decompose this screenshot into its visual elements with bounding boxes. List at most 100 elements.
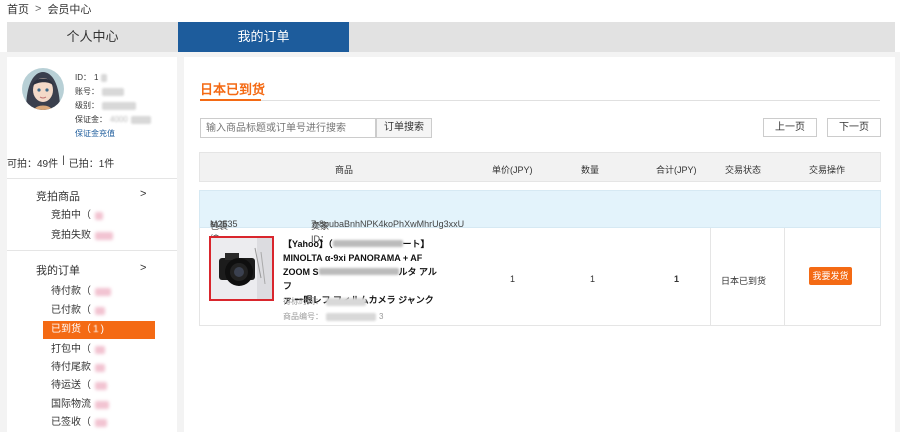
bid-available-value: 49件: [37, 159, 59, 170]
user-level-redacted: [102, 102, 136, 110]
sidebar-divider: [7, 250, 177, 251]
user-id-redacted: [101, 74, 108, 82]
count-redacted: [95, 346, 105, 354]
package-row: 包裹编号：M2535 卖家ID：7r8pubaBnhNPK4koPhXwMhrU…: [199, 190, 881, 257]
sidebar-section-orders[interactable]: 我的订单: [36, 262, 80, 278]
count-redacted: [95, 401, 109, 409]
user-account-redacted: [102, 88, 124, 96]
count-redacted: [95, 382, 107, 390]
total-cell: 1: [674, 274, 680, 284]
title-underline: [200, 99, 261, 101]
order-search-input[interactable]: [200, 118, 376, 138]
bid-counts: 可拍： 49件 | 已拍： 1件: [7, 155, 114, 170]
column-divider: [784, 228, 785, 326]
sidebar-item-count: 1: [93, 324, 99, 335]
tab-personal-center[interactable]: 个人中心: [7, 22, 178, 52]
count-redacted: [95, 232, 113, 240]
status-cell: 日本已到货: [721, 276, 767, 286]
page-title: 日本已到货: [200, 82, 266, 97]
sidebar-divider: [7, 178, 177, 179]
header-unit-price: 单价(JPY): [492, 165, 533, 175]
title-line-3: ZOOM S ルタ アルフ: [283, 265, 443, 293]
user-info: ID： 1 账号： 级别： 保证金： 4000 保证金充值: [75, 71, 151, 141]
column-divider: [710, 228, 711, 326]
user-deposit-value: 4000: [110, 115, 128, 124]
user-id-label: ID：: [75, 73, 91, 82]
sidebar-item-paid[interactable]: 已付款（: [43, 302, 155, 320]
bid-won-label: 已拍：: [68, 159, 99, 170]
camera-image: [211, 238, 272, 299]
count-redacted: [95, 212, 103, 220]
request-shipment-button[interactable]: 我要发货: [809, 267, 852, 285]
sidebar-item-label: 已签收（: [51, 417, 91, 428]
title-redacted: [332, 240, 403, 247]
breadcrumb-separator: >: [35, 3, 42, 15]
count-redacted: [95, 307, 105, 315]
breadcrumb: 首页 > 会员中心: [7, 1, 91, 17]
prev-page-button[interactable]: 上一页: [763, 118, 817, 137]
sidebar-item-bid-failed[interactable]: 竞拍失败: [43, 227, 155, 245]
sidebar-item-label: 打包中（: [51, 344, 91, 355]
sidebar-item-international-shipping[interactable]: 国际物流: [43, 396, 155, 414]
sidebar-item-label: 国际物流: [51, 399, 91, 410]
quantity-cell: 1: [590, 274, 596, 284]
user-account-label: 账号：: [75, 87, 99, 96]
count-redacted: [95, 364, 105, 372]
main-panel: 日本已到货 订单搜索 上一页 下一页 商品 单价(JPY) 数量 合计(JPY)…: [184, 57, 895, 432]
count-redacted: [95, 288, 111, 296]
close-paren: ): [100, 324, 104, 335]
sidebar-item-label: 已付款（: [51, 305, 91, 316]
top-tabs: 个人中心 我的订单: [7, 22, 895, 52]
title-text: 【Yahoo】（: [283, 239, 333, 249]
sidebar-item-label: 待运送（: [51, 380, 91, 391]
sidebar-item-packing[interactable]: 打包中（: [43, 341, 155, 359]
sidebar-item-signed[interactable]: 已签收（: [43, 414, 155, 432]
sidebar: ID： 1 账号： 级别： 保证金： 4000 保证金充值 可拍： 49件 | 已拍：…: [7, 57, 177, 432]
sidebar-item-label: 待付尾款: [51, 362, 91, 373]
counts-separator: |: [62, 155, 65, 166]
sidebar-item-bidding[interactable]: 竞拍中（: [43, 207, 155, 225]
user-level-label: 级别：: [75, 101, 99, 110]
avatar-image: [22, 68, 64, 110]
sidebar-item-label: 竞拍中（: [51, 210, 91, 221]
user-deposit-label: 保证金：: [75, 115, 107, 124]
bid-won-value: 1件: [98, 159, 115, 170]
header-product: 商品: [335, 165, 354, 175]
next-page-button[interactable]: 下一页: [827, 118, 881, 137]
title-text: ート】: [402, 239, 430, 249]
title-line-1: 【Yahoo】（ ート】: [283, 237, 443, 251]
sidebar-item-balance-due[interactable]: 待付尾款: [43, 359, 155, 377]
sidebar-item-awaiting-shipment[interactable]: 待运送（: [43, 377, 155, 395]
item-number-tail: 3: [379, 312, 384, 321]
product-thumbnail[interactable]: [209, 236, 274, 301]
count-redacted: [95, 419, 107, 427]
user-id-value: 1: [94, 73, 99, 82]
sidebar-item-label: 待付款（: [51, 286, 91, 297]
header-quantity: 数量: [581, 165, 600, 175]
sidebar-item-label: 已到货（: [51, 324, 91, 335]
tab-my-orders[interactable]: 我的订单: [178, 22, 349, 52]
orders-expand-arrow[interactable]: >: [140, 262, 146, 274]
sidebar-item-arrived[interactable]: 已到货（ 1): [43, 321, 155, 339]
auction-expand-arrow[interactable]: >: [140, 188, 146, 200]
user-deposit-redacted: [130, 116, 151, 124]
won-time: 得标时间：: [283, 296, 366, 307]
header-action: 交易操作: [809, 165, 846, 175]
header-total: 合计(JPY): [656, 165, 697, 175]
bid-available-label: 可拍：: [7, 159, 37, 170]
sidebar-section-auction[interactable]: 竞拍商品: [36, 188, 80, 204]
breadcrumb-home-link[interactable]: 首页: [7, 1, 29, 17]
item-number-label: 商品编号：: [283, 312, 323, 321]
breadcrumb-current[interactable]: 会员中心: [47, 1, 91, 17]
table-row: 【Yahoo】（ ート】 MINOLTA α-9xi PANORAMA + AF …: [199, 228, 881, 326]
won-time-redacted: [326, 297, 366, 306]
order-search-button[interactable]: 订单搜索: [376, 118, 432, 138]
unit-price-cell: 1: [510, 274, 516, 284]
deposit-recharge-link[interactable]: 保证金充值: [75, 127, 115, 141]
title-line-2: MINOLTA α-9xi PANORAMA + AF: [283, 253, 423, 263]
sidebar-item-pending-payment[interactable]: 待付款（: [43, 283, 155, 301]
item-number: 商品编号： 3: [283, 311, 383, 322]
table-header: 商品 单价(JPY) 数量 合计(JPY) 交易状态 交易操作: [199, 152, 881, 182]
avatar: [22, 68, 64, 110]
item-number-redacted: [326, 312, 376, 321]
